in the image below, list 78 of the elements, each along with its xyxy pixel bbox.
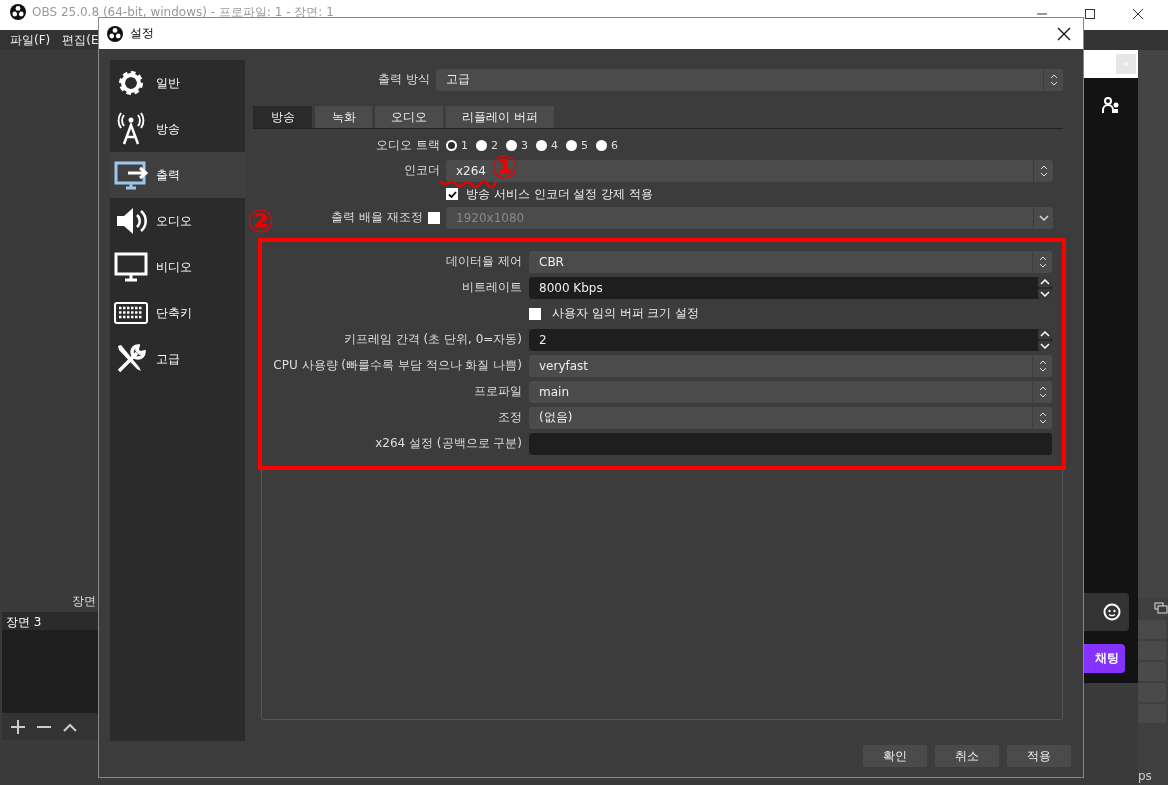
dropdown[interactable]: main: [529, 380, 1052, 403]
field-label: 출력 방식: [377, 71, 430, 88]
status-text: ps: [1138, 769, 1152, 783]
up-down-icon: [1039, 164, 1048, 177]
radio-label: 1: [461, 139, 468, 152]
menu-item[interactable]: 파일(F): [10, 31, 51, 49]
field-label: CPU 사용량 (빠를수록 부담 적으나 화질 나쁨): [272, 357, 522, 374]
field-label: 오디오 트랙: [375, 137, 440, 154]
smiley-icon: [1103, 603, 1121, 621]
field-label: x264 설정 (공백으로 구분): [374, 435, 522, 452]
logo-icon: [10, 4, 26, 20]
tab[interactable]: 리플레이 버퍼: [446, 106, 554, 128]
dropdown[interactable]: veryfast: [529, 354, 1052, 377]
sidebar-item[interactable]: 출력: [110, 152, 245, 198]
maximize-icon[interactable]: [1084, 8, 1096, 20]
logo-icon: [107, 25, 123, 42]
checkbox-label: 사용자 임의 버퍼 크기 설정: [551, 305, 700, 322]
radio-button[interactable]: [536, 140, 547, 151]
checkbox[interactable]: [446, 188, 458, 200]
annotation-number: ②: [247, 203, 275, 239]
checkbox[interactable]: [529, 307, 541, 320]
checkbox-label: 방송 서비스 인코더 설정 강제 적용: [465, 185, 654, 203]
up-down-icon: [1049, 73, 1058, 86]
radio-button[interactable]: [566, 140, 577, 151]
field-label: 프로파일: [473, 383, 522, 400]
dropdown[interactable]: CBR: [529, 250, 1052, 273]
dialog-button[interactable]: 적용: [1007, 745, 1071, 767]
emoji-button[interactable]: [1083, 593, 1129, 631]
sidebar-item[interactable]: 일반: [110, 60, 245, 106]
sidebar-item[interactable]: 오디오: [110, 198, 245, 244]
field-label: 인코더: [403, 162, 440, 179]
spin-arrows-icon[interactable]: [1038, 328, 1052, 351]
radio-button[interactable]: [476, 140, 487, 151]
dialog-button[interactable]: 확인: [863, 745, 927, 767]
number-field[interactable]: 8000 Kbps: [529, 276, 1052, 299]
spin-arrows-icon[interactable]: [1038, 276, 1052, 299]
field-label: 데이터율 제어: [445, 253, 522, 270]
annotation-squiggle: [439, 178, 497, 188]
close-icon[interactable]: [1057, 26, 1071, 41]
radio-button[interactable]: [446, 140, 457, 151]
field-label: 키프레임 간격 (초 단위, 0=자동): [342, 331, 522, 348]
dropdown: 1920x1080: [446, 206, 1053, 229]
dialog-button[interactable]: 취소: [935, 745, 999, 767]
text-field[interactable]: [529, 432, 1052, 455]
sidebar-item[interactable]: 비디오: [110, 244, 245, 290]
monitor-icon: [114, 250, 148, 284]
chat-button[interactable]: 채팅: [1083, 644, 1125, 673]
panel-title: 장면: [72, 592, 96, 610]
sidebar-item[interactable]: 방송: [110, 106, 245, 152]
dropdown[interactable]: (없음): [529, 406, 1052, 429]
up-down-icon: [1038, 411, 1047, 424]
sidebar-item[interactable]: 고급: [110, 336, 245, 382]
up-down-icon: [1038, 385, 1047, 398]
dialog-title: 설정: [130, 25, 154, 42]
field-label: 조정: [497, 409, 522, 426]
tab[interactable]: 방송: [253, 106, 312, 128]
radio-button[interactable]: [596, 140, 607, 151]
scene-item[interactable]: 장면 3: [2, 612, 98, 630]
radio-label: 6: [611, 139, 618, 152]
add-icon[interactable]: [10, 718, 26, 735]
number-field[interactable]: 2: [529, 328, 1052, 351]
sidebar-item[interactable]: 단축키: [110, 290, 245, 336]
up-down-icon: [1038, 255, 1047, 268]
radio-label: 3: [521, 139, 528, 152]
restore-icon[interactable]: [1154, 602, 1168, 614]
dropdown[interactable]: 고급: [436, 68, 1063, 91]
radio-button[interactable]: [506, 140, 517, 151]
chevron-down-icon: [1038, 214, 1049, 221]
radio-label: 4: [551, 139, 558, 152]
people-icon[interactable]: [1102, 96, 1120, 114]
up-down-icon: [1038, 359, 1047, 372]
field-label: 출력 배율 재조정: [331, 209, 423, 226]
field-label: 비트레이트: [461, 279, 522, 296]
tab[interactable]: 녹화: [315, 106, 372, 128]
tab[interactable]: 오디오: [375, 106, 443, 128]
radio-label: 5: [581, 139, 588, 152]
menu-item[interactable]: 편집(E: [62, 31, 99, 49]
close-icon[interactable]: [1132, 8, 1144, 20]
